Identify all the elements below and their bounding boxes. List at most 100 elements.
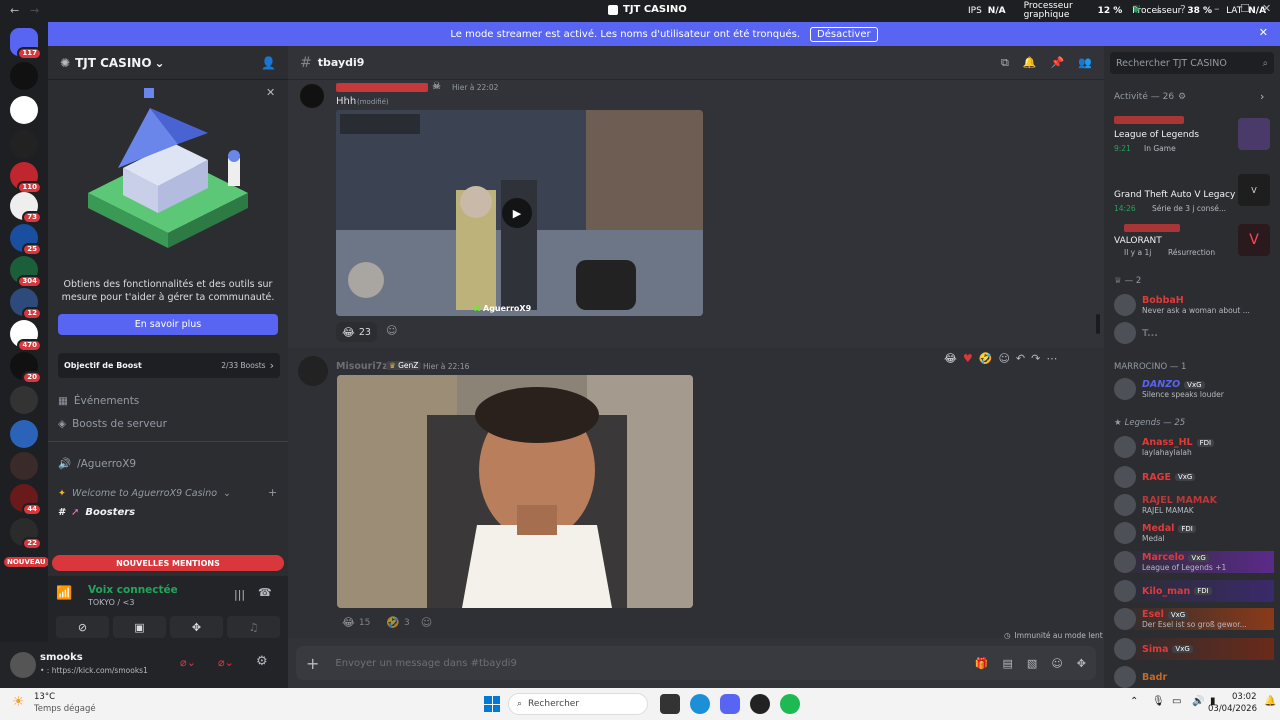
server-icon[interactable]: 304 <box>10 256 42 288</box>
activity-header[interactable]: Activité — 26 ⚙ <box>1114 92 1186 102</box>
deafen-icon[interactable]: ⌀⌄ <box>218 656 234 669</box>
chevron-down-icon[interactable]: ⌄ <box>155 56 165 70</box>
voice-channel-name[interactable]: TOKYO / <3 <box>88 598 134 607</box>
server-icon[interactable]: 22 <box>10 518 42 550</box>
learn-more-button[interactable]: En savoir plus <box>58 314 278 335</box>
forward-arrow-icon[interactable]: → <box>30 4 39 17</box>
member-item[interactable]: RAJEL MAMAK RAJEL MAMAK <box>1114 494 1274 516</box>
disconnect-icon[interactable]: ☎ <box>258 586 272 599</box>
close-icon[interactable]: ✕ <box>266 86 275 99</box>
server-icon[interactable]: 110 <box>10 162 42 194</box>
activity-card[interactable]: VALORANT Il y a 1j Résurrection V <box>1110 220 1274 264</box>
apps-icon[interactable]: ✥ <box>1077 657 1086 670</box>
activity-card[interactable]: League of Legends 9:21 In Game <box>1110 114 1274 158</box>
maximize-icon[interactable]: ☐ <box>1240 2 1250 15</box>
noise-suppression-icon[interactable]: ||| <box>234 588 245 601</box>
server-icon[interactable]: 12 <box>10 288 42 320</box>
mic-icon[interactable]: 🎙 <box>1152 696 1165 707</box>
channel-boosters[interactable]: # ➚ Boosters <box>58 507 135 518</box>
clock-date[interactable]: 03/04/2026 <box>1208 704 1257 714</box>
channel-events[interactable]: ▦ Événements <box>58 395 139 407</box>
server-icon[interactable] <box>10 96 38 124</box>
add-attachment-icon[interactable]: + <box>306 654 319 673</box>
server-header[interactable]: ✺ TJT CASINO ⌄ 👤 <box>48 46 288 80</box>
speaker-icon[interactable]: 🔊 <box>1192 696 1204 707</box>
soundboard-icon[interactable]: ♫ <box>227 616 280 638</box>
monitor-icon[interactable]: ▭ <box>1172 696 1181 707</box>
weather-text[interactable]: Temps dégagé <box>34 704 96 714</box>
reaction-laugh[interactable]: 😂 23 <box>336 322 377 342</box>
video-embed[interactable]: ▶ K AguerroX9 <box>336 110 703 316</box>
app-icon[interactable] <box>750 694 770 714</box>
close-banner-icon[interactable]: ✕ <box>1259 26 1268 39</box>
member-item[interactable]: Badr <box>1114 666 1274 688</box>
scrollbar[interactable] <box>1096 314 1100 334</box>
member-item[interactable]: T... <box>1114 322 1274 344</box>
windows-start-icon[interactable] <box>484 696 500 712</box>
new-badge[interactable]: NOUVEAU <box>4 557 49 567</box>
boost-goal[interactable]: Objectif de Boost 2/33 Boosts › <box>58 353 280 378</box>
server-icon[interactable] <box>10 386 38 414</box>
temperature[interactable]: 13°C <box>34 692 55 702</box>
threads-icon[interactable]: ⧉ <box>1001 56 1009 70</box>
activities-icon[interactable]: ✥ <box>170 616 223 638</box>
server-icon[interactable]: 44 <box>10 484 42 516</box>
download-icon[interactable]: ⤓ <box>1156 3 1161 17</box>
member-item[interactable]: Esel VxG Der Esel ist so groß gewor... <box>1114 608 1274 630</box>
image-attachment[interactable] <box>337 375 693 608</box>
member-item[interactable]: Medal FDI Medal <box>1114 522 1274 544</box>
server-icon[interactable]: 25 <box>10 224 42 256</box>
sticker-icon[interactable]: ▧ <box>1027 657 1037 670</box>
reaction[interactable]: 🤣 3 <box>381 616 414 629</box>
settings-gear-icon[interactable]: ⚙ <box>256 654 268 669</box>
gift-icon[interactable]: 🎁 <box>975 657 989 670</box>
back-arrow-icon[interactable]: ← <box>10 4 19 17</box>
server-icon[interactable] <box>10 420 38 448</box>
add-channel-icon[interactable]: + <box>268 486 277 499</box>
add-reaction-icon[interactable]: ☺ <box>998 352 1009 365</box>
rofl-emoji-icon[interactable]: 🤣 <box>979 352 993 365</box>
member-item[interactable]: Anass_HL FDI laylahaylalah <box>1114 436 1274 458</box>
clock-time[interactable]: 03:02 <box>1232 692 1257 702</box>
category-welcome[interactable]: ✦ Welcome to AguerroX9 Casino ⌄ <box>58 488 231 499</box>
voice-channel[interactable]: 🔊/AguerroX9 <box>58 457 136 471</box>
server-icon[interactable]: 470 <box>10 320 42 352</box>
server-icon[interactable]: 20 <box>10 352 42 384</box>
server-name[interactable]: TJT CASINO <box>75 56 151 70</box>
reply-icon[interactable]: ↶ <box>1016 352 1025 365</box>
member-list-icon[interactable]: 👥 <box>1078 56 1092 69</box>
channel-server-boosts[interactable]: ◈ Boosts de serveur <box>58 418 167 430</box>
emoji-icon[interactable]: ☺ <box>1051 657 1062 670</box>
play-icon[interactable]: ▶ <box>502 198 532 228</box>
search-input[interactable]: Rechercher TJT CASINO ⌕ <box>1110 52 1274 74</box>
taskbar-search[interactable]: ⌕ Rechercher <box>508 693 648 715</box>
pin-icon[interactable]: 📌 <box>1051 56 1065 69</box>
server-icon[interactable] <box>10 452 38 480</box>
close-icon[interactable]: ✕ <box>1262 2 1271 15</box>
server-icon[interactable] <box>10 62 38 90</box>
add-reaction-icon[interactable]: ☺ <box>421 616 432 629</box>
minimize-icon[interactable]: – <box>1214 2 1220 15</box>
author-name[interactable]: Misouri7z <box>336 361 388 372</box>
avatar[interactable] <box>10 652 36 678</box>
server-icon[interactable]: 73 <box>10 192 42 224</box>
more-icon[interactable]: ⋯ <box>1046 352 1057 365</box>
discord-home-icon[interactable]: 117 <box>10 28 42 60</box>
chevron-up-icon[interactable]: ⌃ <box>1130 696 1138 707</box>
disable-streamer-button[interactable]: Désactiver <box>810 26 878 42</box>
new-mentions-button[interactable]: NOUVELLES MENTIONS <box>52 555 284 571</box>
author-name[interactable] <box>336 83 428 92</box>
notification-bell-icon[interactable]: 🔔 <box>1264 696 1276 707</box>
activity-card[interactable]: Grand Theft Auto V Legacy 14:26 Série de… <box>1110 168 1274 213</box>
task-view-icon[interactable] <box>660 694 680 714</box>
discord-icon[interactable] <box>720 694 740 714</box>
member-item[interactable]: DANZO VxG Silence speaks louder <box>1114 378 1274 400</box>
laugh-emoji-icon[interactable]: 😂 <box>944 352 957 365</box>
username[interactable]: smooks <box>40 652 83 663</box>
camera-off-icon[interactable]: ⊘ <box>56 616 109 638</box>
spotify-icon[interactable] <box>780 694 800 714</box>
message-input[interactable]: Envoyer un message dans #tbaydi9 <box>335 658 516 669</box>
server-icon[interactable] <box>10 130 38 158</box>
screen-share-icon[interactable]: ▣ <box>113 616 166 638</box>
help-icon[interactable]: ? <box>1180 3 1186 16</box>
